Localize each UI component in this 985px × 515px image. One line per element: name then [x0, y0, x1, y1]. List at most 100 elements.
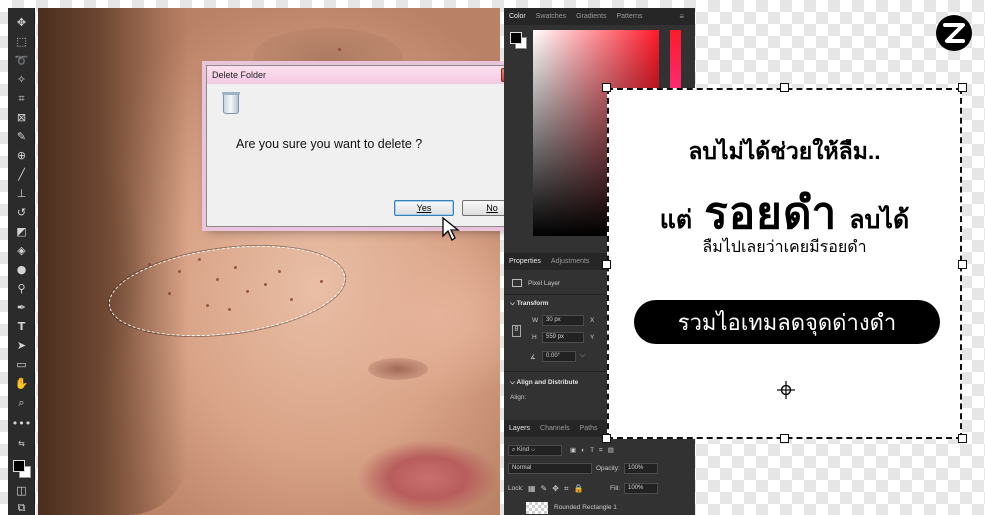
dialog-title: Delete Folder	[207, 66, 531, 84]
panel-menu-icon[interactable]: ≡	[674, 12, 689, 21]
move-icon[interactable]: ✥	[12, 14, 31, 30]
yes-button[interactable]: Yes	[394, 200, 454, 216]
stamp-icon[interactable]: ⊥	[12, 185, 31, 201]
opacity-label: Opacity:	[596, 465, 620, 472]
brush-icon[interactable]: ╱	[12, 166, 31, 182]
freckle	[234, 266, 237, 269]
transform-handle-top[interactable]	[780, 83, 789, 92]
color-panel-tabs: Color Swatches Gradients Patterns ≡	[504, 8, 695, 25]
foreground-color-swatch[interactable]	[13, 460, 25, 472]
healing-icon[interactable]: ⊕	[12, 147, 31, 163]
width-label: W	[532, 317, 539, 324]
fill-field[interactable]: 100%	[624, 483, 658, 494]
hand-icon[interactable]: ✋	[12, 375, 31, 391]
transform-handle-top-right[interactable]	[958, 83, 967, 92]
crop-icon[interactable]: ⌗	[12, 90, 31, 106]
freckle	[290, 298, 293, 301]
freckle	[264, 283, 267, 286]
promo-card: ลบไม่ได้ช่วยให้ลืม.. แต่ รอยดำ ลบได้ ลืม…	[607, 88, 962, 439]
tab-patterns[interactable]: Patterns	[611, 13, 647, 20]
marquee-icon[interactable]: ⬚	[12, 33, 31, 49]
type-icon[interactable]: T	[12, 318, 31, 334]
transform-handle-top-left[interactable]	[602, 83, 611, 92]
blur-icon[interactable]: ●	[12, 261, 31, 277]
quick-mask-icon[interactable]: ◫	[12, 482, 31, 498]
transform-section[interactable]: ⌵ Transform	[510, 300, 549, 308]
layer-filter-icons[interactable]: ▣◐T⌗▤	[570, 446, 619, 455]
tab-gradients[interactable]: Gradients	[571, 13, 611, 20]
tab-layers[interactable]: Layers	[504, 425, 535, 432]
transform-handle-bottom-right[interactable]	[958, 434, 967, 443]
layer-type-label: Pixel Layer	[528, 280, 561, 287]
layer-kind-filter[interactable]: ⌕ Kind ⌵	[508, 445, 562, 456]
align-section[interactable]: ⌵ Align and Distribute	[510, 379, 578, 387]
headline-prefix: แต่	[659, 206, 693, 234]
frame-icon[interactable]: ⊠	[12, 109, 31, 125]
freckle	[216, 278, 219, 281]
tab-color[interactable]: Color	[504, 13, 531, 20]
delete-folder-dialog: Delete Folder x Are you sure you want to…	[206, 65, 532, 227]
fill-label: Fill:	[610, 485, 621, 492]
angle-field[interactable]: 0.00°	[542, 351, 576, 362]
tab-paths[interactable]: Paths	[575, 425, 603, 432]
transform-handle-right[interactable]	[958, 260, 967, 269]
lock-icons[interactable]: ▦✎✥⌗🔒	[528, 484, 588, 494]
height-field[interactable]: 559 px	[542, 332, 584, 343]
headline-suffix: ลบได้	[849, 206, 910, 234]
freckle	[148, 263, 151, 266]
freckle	[228, 308, 231, 311]
eraser-icon[interactable]: ◩	[12, 223, 31, 239]
bucket-icon[interactable]: ◈	[12, 242, 31, 258]
tab-adjustments[interactable]: Adjustments	[546, 258, 595, 265]
transform-handle-bottom[interactable]	[780, 434, 789, 443]
cta-button[interactable]: รวมไอเทมลดจุดด่างดำ	[634, 300, 940, 344]
swap-colors-icon[interactable]: ⇆	[12, 436, 31, 452]
crosshair-icon	[777, 381, 795, 399]
history-brush-icon[interactable]: ↺	[12, 204, 31, 220]
dodge-icon[interactable]: ⚲	[12, 280, 31, 296]
subheadline: ลืมไปเลยว่าเคยมีรอยดำ	[702, 239, 867, 256]
opacity-field[interactable]: 100%	[624, 463, 658, 474]
tab-properties[interactable]: Properties	[504, 258, 546, 265]
freckle	[246, 290, 249, 293]
tools-panel: ✥ ⬚ ➰ ✧ ⌗ ⊠ ✎ ⊕ ╱ ⊥ ↺ ◩ ◈ ● ⚲ ✒ T ➤ ▭ ✋ …	[8, 8, 35, 515]
angle-dropdown-icon[interactable]: ⌵	[580, 352, 585, 360]
angle-icon: ∡	[530, 354, 536, 361]
brand-logo-icon	[936, 15, 972, 51]
eyedropper-icon[interactable]: ✎	[12, 128, 31, 144]
blend-mode-select[interactable]: Normal	[508, 463, 592, 474]
x-label: X	[590, 317, 595, 324]
link-icon[interactable]: 8	[512, 325, 521, 337]
path-select-icon[interactable]: ➤	[12, 337, 31, 353]
tab-channels[interactable]: Channels	[535, 425, 575, 432]
more-icon[interactable]: •••	[12, 415, 31, 431]
y-label: Y	[590, 334, 595, 341]
zoom-icon[interactable]: ⌕	[12, 394, 31, 410]
layer-thumbnail[interactable]	[526, 502, 548, 514]
magic-wand-icon[interactable]: ✧	[12, 71, 31, 87]
headline: ลบไม่ได้ช่วยให้ลืม..	[688, 138, 881, 164]
freckle	[178, 270, 181, 273]
freckle	[168, 292, 171, 295]
recycle-bin-icon	[222, 92, 240, 114]
dialog-message: Are you sure you want to delete ?	[236, 137, 423, 151]
tab-swatches[interactable]: Swatches	[531, 13, 571, 20]
pixel-layer-icon	[512, 279, 522, 287]
screen-mode-icon[interactable]: ⧉	[12, 499, 31, 515]
mouse-cursor-icon	[442, 216, 460, 241]
freckle	[278, 270, 281, 273]
freckle	[338, 48, 341, 51]
nostril-shadow	[368, 358, 428, 380]
freckle	[198, 258, 201, 261]
width-field[interactable]: 30 px	[542, 315, 584, 326]
lasso-icon[interactable]: ➰	[12, 52, 31, 68]
shape-icon[interactable]: ▭	[12, 356, 31, 372]
transform-handle-left[interactable]	[602, 260, 611, 269]
freckle	[320, 280, 323, 283]
transform-handle-bottom-left[interactable]	[602, 434, 611, 443]
pen-icon[interactable]: ✒	[12, 299, 31, 315]
align-label: Align:	[510, 394, 527, 401]
layer-name[interactable]: Rounded Rectangle 1	[554, 504, 617, 511]
freckle	[206, 304, 209, 307]
color-fg-swatch[interactable]	[510, 32, 522, 44]
